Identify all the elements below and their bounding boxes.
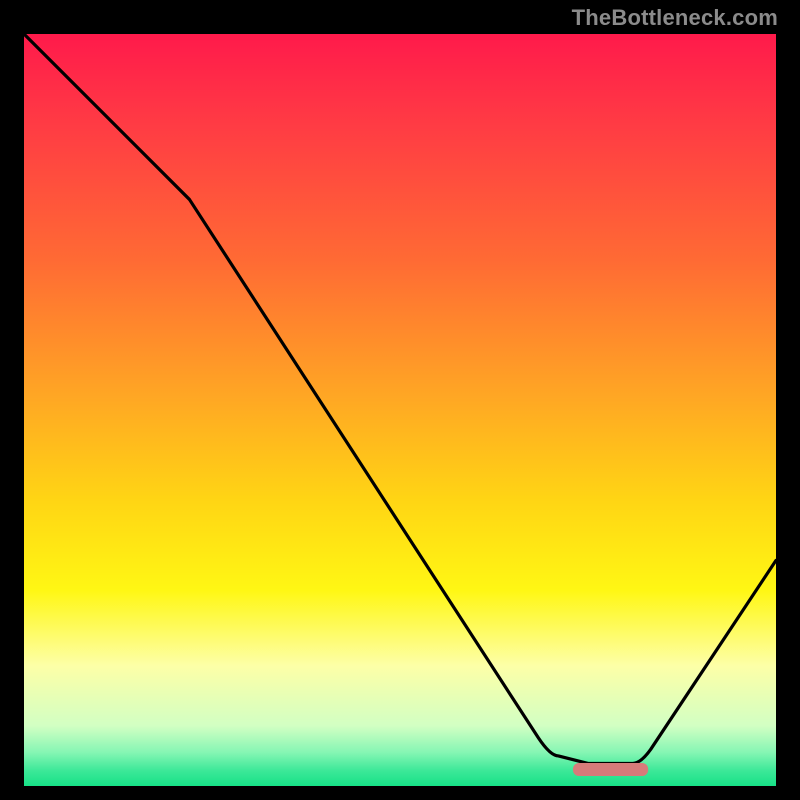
chart-frame bbox=[20, 30, 780, 790]
watermark-text: TheBottleneck.com bbox=[572, 5, 778, 31]
bottleneck-chart bbox=[20, 30, 780, 790]
bottleneck-marker bbox=[573, 763, 648, 776]
